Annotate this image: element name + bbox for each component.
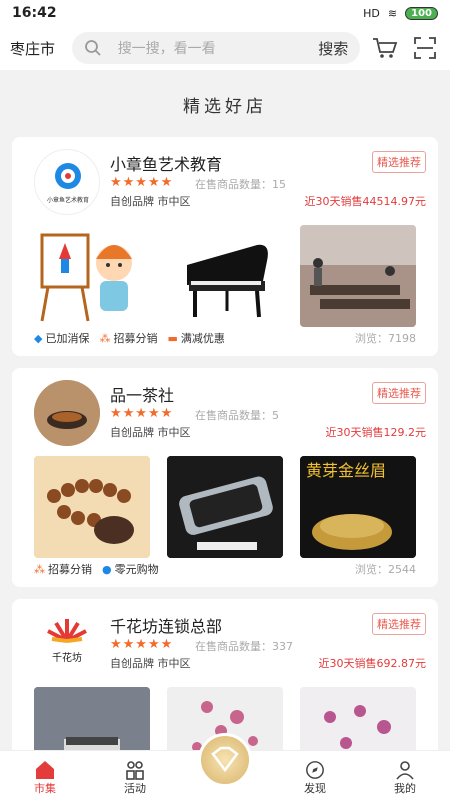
search-input[interactable]: 搜一搜，看一看 搜索: [71, 32, 361, 64]
logo-text: 小章鱼艺术教育: [47, 196, 89, 204]
status-bar: 16:42 HD ≋ 100: [0, 0, 450, 26]
view-count: 浏览：7198: [355, 332, 416, 345]
tag-discount: ▬ 满减优惠: [167, 331, 225, 346]
shop-card[interactable]: 品一茶社 精选推荐 ★★★★★ 在售商品数量：5 自创品牌 市中区 近30天销售…: [12, 368, 438, 587]
home-icon: [36, 761, 54, 779]
logo-text: 千花坊: [52, 651, 82, 664]
shop-meta: 自创品牌 市中区: [110, 426, 191, 439]
sales-amount: 近30天销售692.87元: [318, 657, 427, 670]
tab-activity[interactable]: 活动: [90, 751, 180, 800]
tag-zero-purchase: ● 零元购物: [102, 562, 159, 577]
network-icon: ⁂: [34, 562, 45, 576]
rating-stars: ★★★★★: [110, 406, 174, 421]
tag-distribution: ⁂ 招募分销: [34, 562, 92, 577]
product-image[interactable]: 黄芽金丝眉: [300, 456, 416, 558]
sales-amount: 近30天销售129.2元: [325, 426, 427, 439]
recommend-tag: 精选推荐: [372, 382, 426, 404]
network-label: HD: [363, 6, 380, 20]
view-count: 浏览：2544: [355, 563, 416, 576]
shop-name[interactable]: 千花坊连锁总部: [110, 613, 222, 637]
search-button[interactable]: 搜索: [318, 38, 348, 59]
product-count: 在售商品数量：5: [195, 409, 279, 422]
wifi-icon: ≋: [387, 6, 398, 20]
product-count: 在售商品数量：337: [195, 640, 293, 653]
tag-distribution: ⁂ 招募分销: [99, 331, 158, 346]
status-time: 16:42: [12, 5, 57, 21]
product-image[interactable]: [300, 225, 416, 327]
product-image[interactable]: [34, 456, 150, 558]
shop-logo: [34, 380, 100, 446]
diamond-center-button[interactable]: [198, 733, 252, 787]
shield-icon: ◆: [34, 331, 43, 345]
shop-name[interactable]: 品一茶社: [110, 382, 174, 406]
city-selector[interactable]: 枣庄市: [10, 38, 72, 59]
battery-icon: 100: [405, 6, 438, 20]
shop-logo: 千花坊: [34, 611, 100, 677]
product-image[interactable]: [167, 225, 283, 327]
cart-icon[interactable]: [370, 33, 400, 63]
product-title-text: 黄芽金丝眉: [306, 462, 386, 480]
shop-card[interactable]: 小章鱼艺术教育 小章鱼艺术教育 精选推荐 ★★★★★ 在售商品数量：15 自创品…: [12, 137, 438, 356]
search-placeholder: 搜一搜，看一看: [117, 41, 216, 57]
section-title: 精选好店: [183, 97, 267, 117]
people-icon: [126, 761, 144, 780]
gift-icon: ●: [102, 562, 112, 576]
user-icon: [396, 761, 414, 780]
header: 枣庄市 搜一搜，看一看 搜索: [0, 26, 450, 70]
diamond-icon: [211, 746, 239, 773]
sales-amount: 近30天销售44514.97元: [304, 195, 426, 208]
product-image[interactable]: [34, 225, 150, 327]
shop-meta: 自创品牌 市中区: [110, 195, 191, 208]
rating-stars: ★★★★★: [110, 637, 174, 652]
search-icon: [84, 40, 101, 56]
shop-logo: 小章鱼艺术教育: [34, 149, 100, 215]
tab-discover[interactable]: 发现: [270, 751, 360, 800]
coupon-icon: ▬: [167, 331, 178, 345]
tab-me[interactable]: 我的: [360, 751, 450, 800]
product-count: 在售商品数量：15: [195, 178, 286, 191]
product-image[interactable]: [167, 456, 283, 558]
rating-stars: ★★★★★: [110, 175, 174, 190]
network-icon: ⁂: [99, 331, 111, 345]
scan-icon[interactable]: [410, 33, 440, 63]
tag-guarantee: ◆ 已加消保: [34, 331, 90, 346]
recommend-tag: 精选推荐: [372, 613, 426, 635]
compass-icon: [306, 761, 324, 779]
shop-name[interactable]: 小章鱼艺术教育: [110, 151, 222, 175]
tab-market[interactable]: 市集: [0, 751, 90, 800]
shop-meta: 自创品牌 市中区: [110, 657, 191, 670]
recommend-tag: 精选推荐: [372, 151, 426, 173]
